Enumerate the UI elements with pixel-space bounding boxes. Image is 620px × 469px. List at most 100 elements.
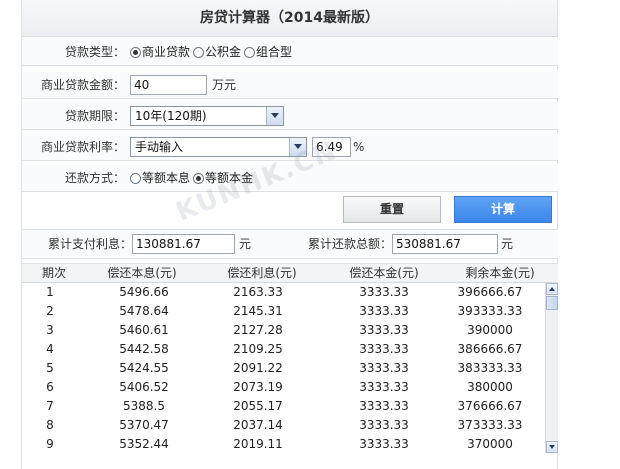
loan-term-label: 贷款期限： [64, 109, 125, 123]
cell-payment: 5424.55 [119, 361, 169, 375]
loan-term-selected: 10年(120期) [135, 109, 207, 123]
reset-button[interactable]: 重置 [343, 196, 441, 223]
table-row: 5 5424.55 2091.22 3333.33 383333.33 [22, 359, 558, 378]
cell-remaining: 373333.33 [457, 418, 523, 432]
cell-period: 4 [46, 342, 54, 356]
cell-payment: 5442.58 [119, 342, 169, 356]
loan-type-combined-radio[interactable] [244, 46, 256, 58]
cell-interest: 2163.33 [233, 285, 283, 299]
cell-payment: 5388.5 [123, 399, 165, 413]
cell-payment: 5478.64 [119, 304, 169, 318]
repay-equal-principal-radio[interactable] [193, 172, 205, 184]
table-row: 8 5370.47 2037.14 3333.33 373333.33 [22, 416, 558, 435]
cell-period: 7 [46, 399, 54, 413]
loan-amount-row: 商业贷款金额： 40 万元 [22, 71, 558, 99]
cell-remaining: 386666.67 [457, 342, 523, 356]
header-principal: 偿还本金(元) [349, 266, 419, 280]
loan-type-commercial-label[interactable]: 商业贷款 [142, 38, 190, 66]
cell-interest: 2019.11 [233, 437, 283, 451]
total-repay-output[interactable]: 530881.67 [392, 234, 498, 254]
scroll-down-icon[interactable] [546, 441, 558, 453]
header-remaining: 剩余本金(元) [465, 266, 535, 280]
cell-interest: 2055.17 [233, 399, 283, 413]
cell-payment: 5370.47 [119, 418, 169, 432]
cell-principal: 3333.33 [359, 380, 409, 394]
mortgage-calculator-panel: 房贷计算器（2014最新版） 贷款类型： 商业贷款 公积金 组合型 商业贷款金额… [21, 0, 558, 469]
cell-remaining: 376666.67 [457, 399, 523, 413]
cell-principal: 3333.33 [359, 285, 409, 299]
cell-interest: 2127.28 [233, 323, 283, 337]
cell-remaining: 390000 [467, 323, 513, 337]
table-scrollbar[interactable] [545, 283, 558, 453]
cell-payment: 5406.52 [119, 380, 169, 394]
cell-period: 5 [46, 361, 54, 375]
cell-principal: 3333.33 [359, 323, 409, 337]
cell-interest: 2073.19 [233, 380, 283, 394]
header-interest: 偿还利息(元) [227, 266, 297, 280]
repay-equal-principal-label[interactable]: 等额本金 [205, 164, 253, 192]
total-interest-output[interactable]: 130881.67 [132, 234, 235, 254]
table-row: 2 5478.64 2145.31 3333.33 393333.33 [22, 302, 558, 321]
header-period: 期次 [41, 266, 66, 280]
cell-period: 8 [46, 418, 54, 432]
loan-rate-unit: % [353, 140, 365, 154]
table-row: 7 5388.5 2055.17 3333.33 376666.67 [22, 397, 558, 416]
cell-period: 3 [46, 323, 54, 337]
loan-term-select[interactable]: 10年(120期) [130, 106, 284, 126]
table-row: 9 5352.44 2019.11 3333.33 370000 [22, 435, 558, 454]
cell-principal: 3333.33 [359, 437, 409, 451]
total-interest-unit: 元 [239, 237, 252, 251]
scroll-thumb[interactable] [546, 296, 558, 310]
loan-term-row: 贷款期限： 10年(120期) [22, 102, 558, 130]
cell-period: 1 [46, 285, 54, 299]
schedule-table-header: 期次 偿还本息(元) 偿还利息(元) 偿还本金(元) 剩余本金(元) [22, 263, 558, 283]
cell-interest: 2037.14 [233, 418, 283, 432]
totals-row: 累计支付利息： 130881.67 元 累计还款总额： 530881.67 元 [22, 229, 558, 259]
loan-type-fund-radio[interactable] [193, 46, 205, 58]
cell-interest: 2109.25 [233, 342, 283, 356]
cell-payment: 5496.66 [119, 285, 169, 299]
chevron-down-icon[interactable] [289, 138, 306, 156]
table-row: 1 5496.66 2163.33 3333.33 396666.67 [22, 283, 558, 302]
loan-rate-label: 商业贷款利率： [40, 140, 125, 154]
loan-type-fund-label[interactable]: 公积金 [205, 38, 241, 66]
cell-period: 6 [46, 380, 54, 394]
loan-rate-input[interactable]: 6.49 [312, 137, 351, 157]
cell-principal: 3333.33 [359, 361, 409, 375]
repay-method-radio-group: 等额本息 等额本金 [130, 164, 256, 192]
cell-remaining: 396666.67 [457, 285, 523, 299]
scroll-up-icon[interactable] [546, 283, 558, 295]
table-row: 4 5442.58 2109.25 3333.33 386666.67 [22, 340, 558, 359]
table-row: 6 5406.52 2073.19 3333.33 380000 [22, 378, 558, 397]
repay-equal-installment-radio[interactable] [130, 172, 141, 184]
table-row: 3 5460.61 2127.28 3333.33 390000 [22, 321, 558, 340]
repay-method-row: 还款方式： 等额本息 等额本金 [22, 164, 558, 192]
loan-type-radio-group: 商业贷款 公积金 组合型 [130, 38, 295, 66]
loan-type-row: 贷款类型： 商业贷款 公积金 组合型 [22, 38, 558, 66]
cell-remaining: 383333.33 [457, 361, 523, 375]
total-interest-label: 累计支付利息： [47, 237, 132, 251]
cell-remaining: 380000 [467, 380, 513, 394]
loan-amount-unit: 万元 [212, 78, 237, 92]
cell-remaining: 393333.33 [457, 304, 523, 318]
cell-principal: 3333.33 [359, 418, 409, 432]
cell-principal: 3333.33 [359, 342, 409, 356]
chevron-down-icon[interactable] [266, 107, 283, 125]
loan-rate-mode-select[interactable]: 手动输入 [130, 137, 307, 157]
cell-remaining: 370000 [467, 437, 513, 451]
loan-type-combined-label[interactable]: 组合型 [256, 38, 292, 66]
loan-rate-mode-selected: 手动输入 [135, 140, 184, 154]
total-repay-unit: 元 [501, 237, 514, 251]
calculate-button[interactable]: 计算 [454, 196, 552, 223]
total-repay-label: 累计还款总额： [307, 237, 392, 251]
loan-amount-label: 商业贷款金额： [40, 78, 125, 92]
loan-type-commercial-radio[interactable] [130, 46, 141, 58]
cell-interest: 2145.31 [233, 304, 283, 318]
header-payment: 偿还本息(元) [107, 266, 177, 280]
repay-method-label: 还款方式： [64, 171, 125, 185]
loan-amount-input[interactable]: 40 [130, 75, 207, 95]
loan-rate-row: 商业贷款利率： 手动输入 6.49 % [22, 133, 558, 161]
cell-interest: 2091.22 [233, 361, 283, 375]
cell-principal: 3333.33 [359, 399, 409, 413]
repay-equal-installment-label[interactable]: 等额本息 [142, 164, 190, 192]
